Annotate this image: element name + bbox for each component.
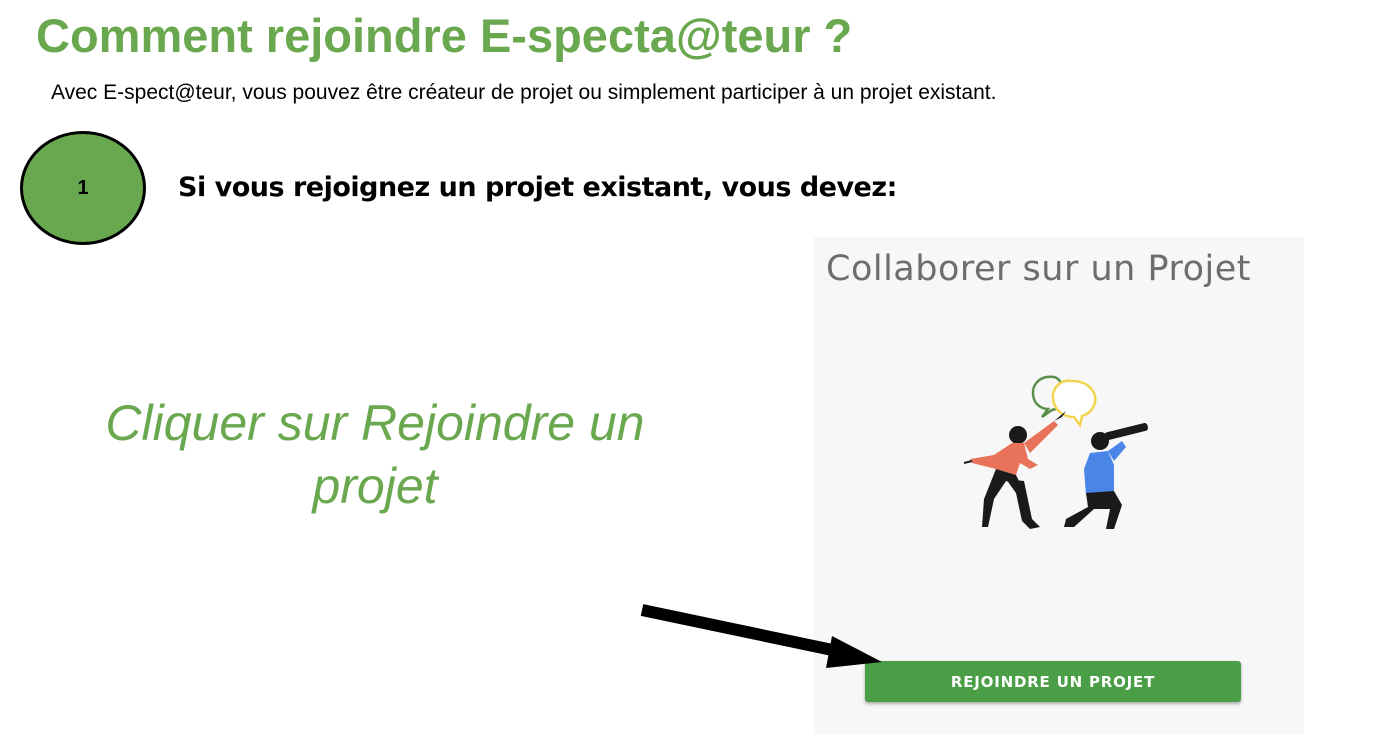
intro-text: Avec E-spect@teur, vous pouvez être créa… xyxy=(51,81,997,104)
page-title: Comment rejoindre E-specta@teur ? xyxy=(36,9,853,62)
speech-bubble-yellow-icon xyxy=(1051,379,1097,428)
step-number-badge: 1 xyxy=(20,131,146,245)
person-telescope-icon xyxy=(1064,422,1148,529)
collaboration-illustration xyxy=(963,375,1148,529)
pointer-arrow-icon xyxy=(640,604,882,668)
step-heading: Si vous rejoignez un projet existant, vo… xyxy=(178,172,897,203)
step-number: 1 xyxy=(77,176,89,199)
join-project-button[interactable]: REJOINDRE UN PROJET xyxy=(865,661,1241,702)
card-title: Collaborer sur un Projet xyxy=(826,249,1251,289)
instruction-text: Cliquer sur Rejoindre un projet xyxy=(105,395,645,514)
person-pointing-icon xyxy=(963,411,1066,529)
